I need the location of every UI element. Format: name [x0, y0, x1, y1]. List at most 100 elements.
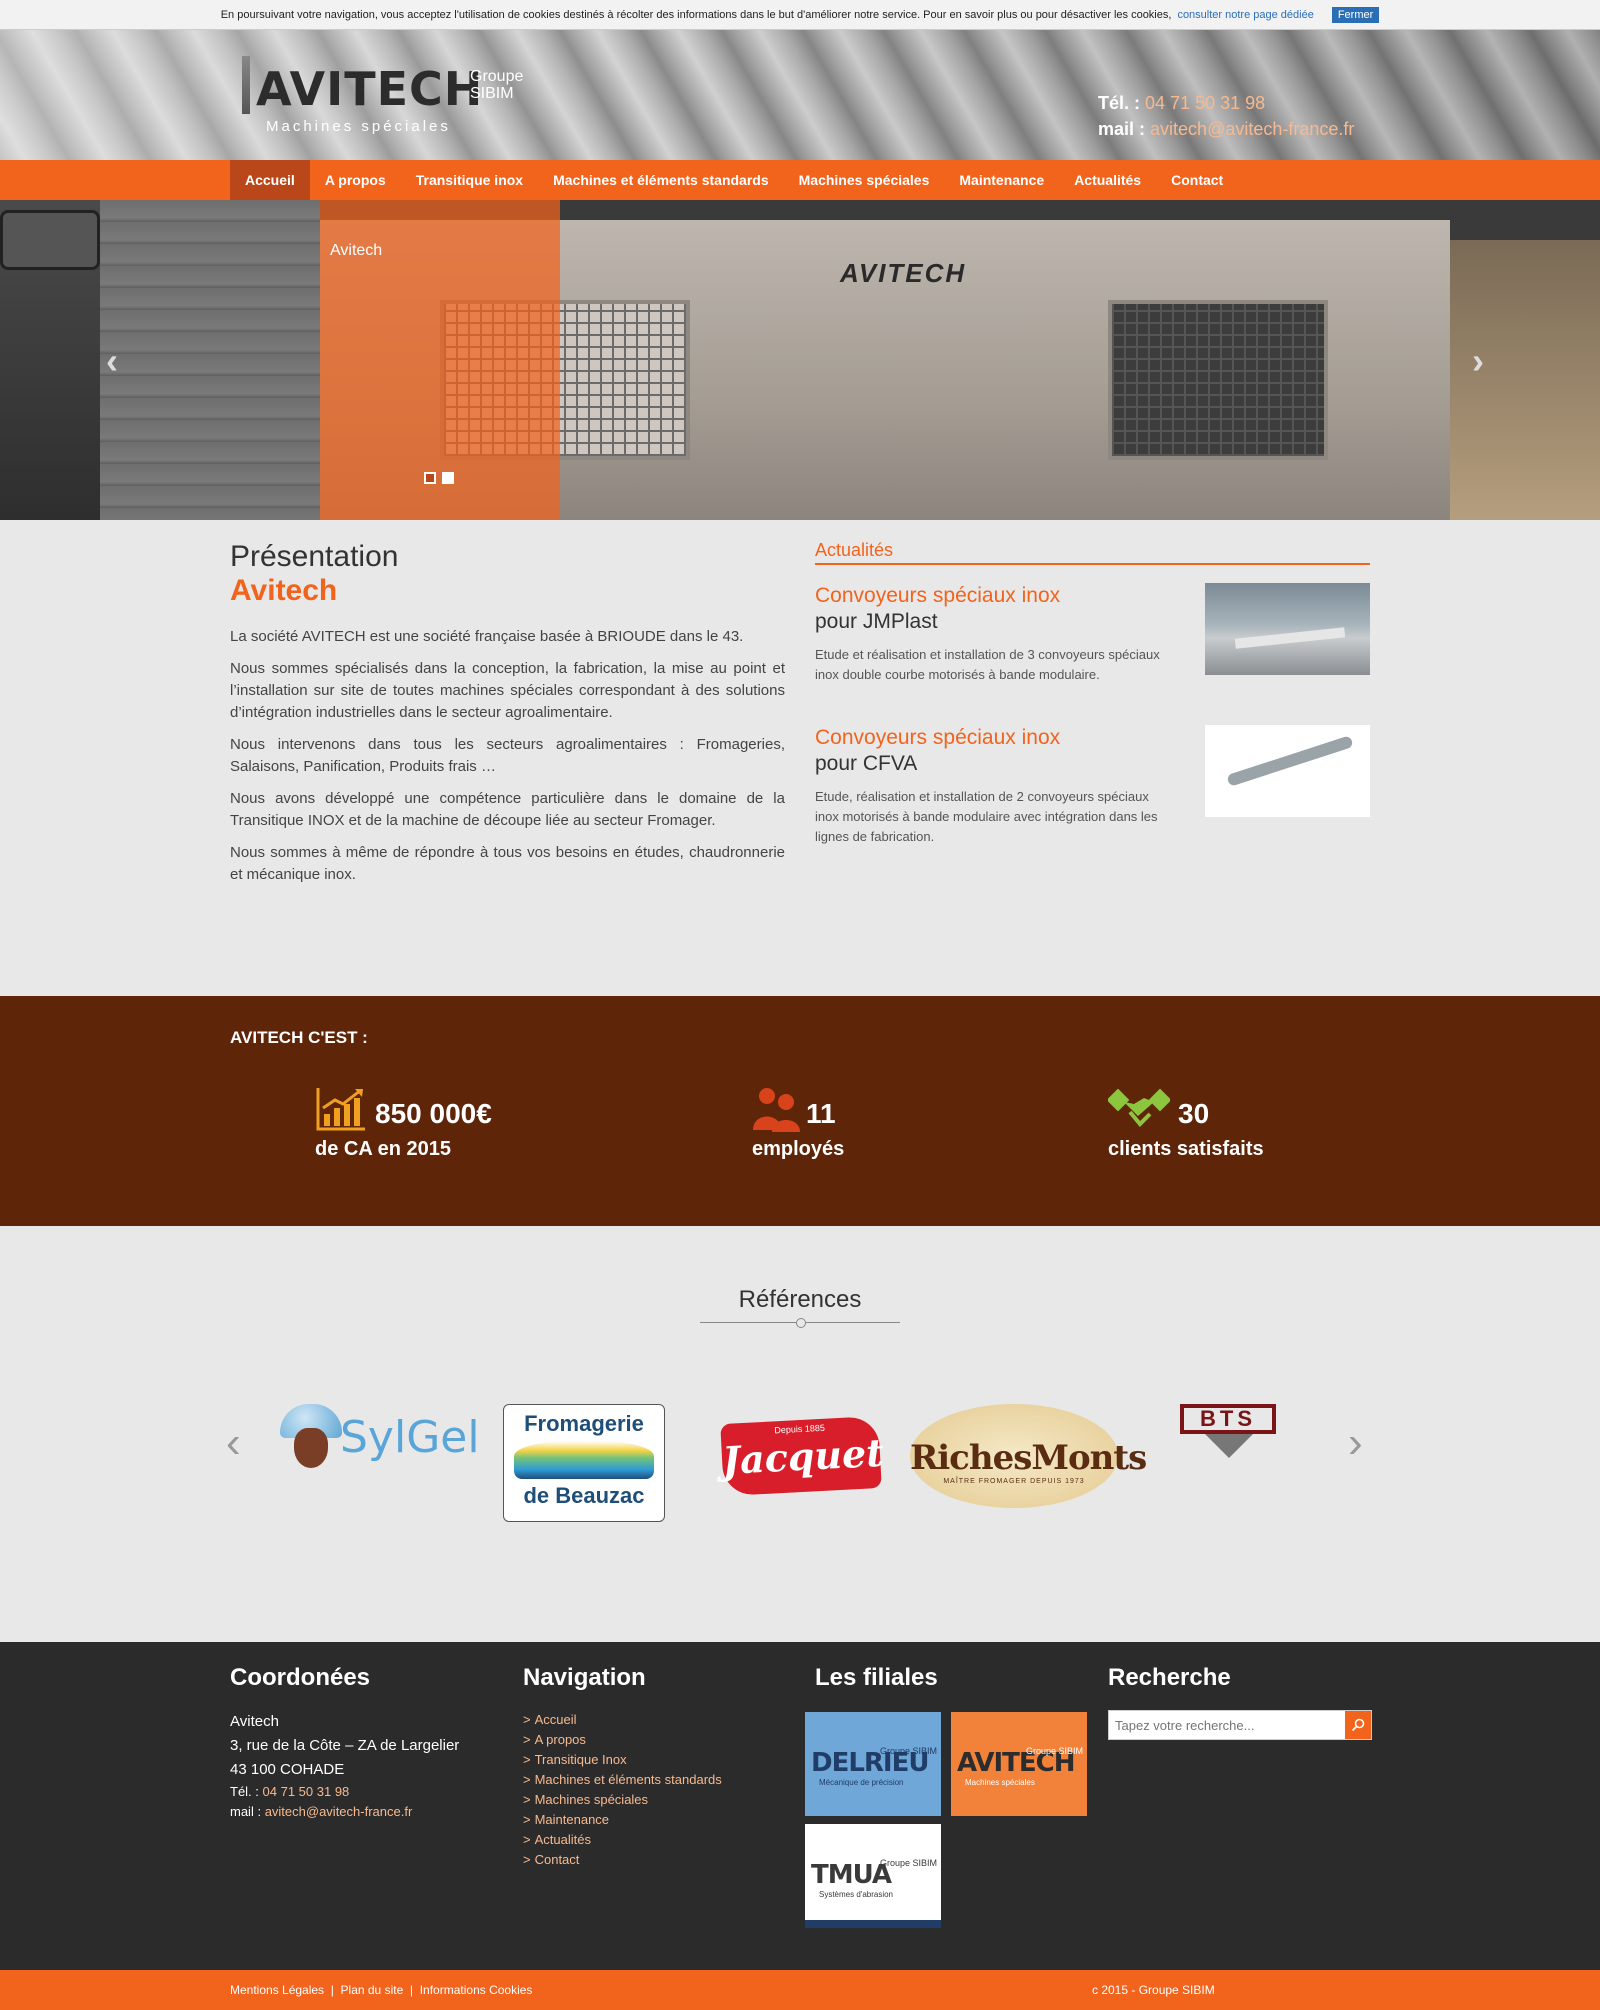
logo-text: SylGel	[340, 1412, 480, 1463]
footer-mail[interactable]: avitech@avitech-france.fr	[265, 1804, 413, 1819]
nav-item-transitique-inox[interactable]: Transitique inox	[401, 160, 538, 200]
stat-value: 850 000€	[375, 1098, 492, 1129]
filiale-sub: Systèmes d'abrasion	[819, 1890, 894, 1899]
bottom-link-mentions[interactable]: Mentions Légales	[230, 1983, 324, 1997]
presentation-paragraph: Nous sommes spécialisés dans la concepti…	[230, 660, 785, 721]
footer-tel-label: Tél. :	[230, 1784, 259, 1799]
news-item[interactable]: Convoyeurs spéciaux inox pour CFVA Etude…	[815, 725, 1370, 867]
references-title: Références	[738, 1286, 862, 1313]
footer-nav-item[interactable]: > Transitique Inox	[523, 1750, 783, 1770]
nav-item-accueil[interactable]: Accueil	[230, 160, 310, 200]
nav-item-actualites[interactable]: Actualités	[1059, 160, 1156, 200]
nav-item-contact[interactable]: Contact	[1156, 160, 1238, 200]
stat-label: clients satisfaits	[1108, 1138, 1264, 1160]
reference-logo-beauzac[interactable]: Fromagerie de Beauzac	[503, 1404, 665, 1522]
slider-door	[100, 200, 320, 520]
presentation-paragraph: Nous sommes à même de répondre à tous vo…	[230, 844, 785, 883]
nav-item-maintenance[interactable]: Maintenance	[944, 160, 1059, 200]
slider-dots	[424, 472, 454, 484]
stat-value: 30	[1178, 1098, 1210, 1129]
news-section: Actualités Convoyeurs spéciaux inox pour…	[815, 540, 1370, 867]
bottom-bar: Mentions Légales | Plan du site | Inform…	[0, 1970, 1600, 2010]
logo-text: de Beauzac	[523, 1483, 645, 1508]
search-icon	[1351, 1718, 1365, 1732]
slider-dot-1[interactable]	[424, 472, 436, 484]
reference-logo-sylgel[interactable]: SylGel	[278, 1404, 480, 1474]
slider-dot-2[interactable]	[442, 472, 454, 484]
filiale-group: Groupe SIBIM	[1025, 1746, 1083, 1756]
footer-nav-item[interactable]: > Maintenance	[523, 1810, 783, 1830]
nav-item-a-propos[interactable]: A propos	[310, 160, 401, 200]
presentation-title: Présentation	[230, 540, 399, 573]
footer-coord-title: Coordonées	[230, 1664, 371, 1691]
filiale-avitech[interactable]: AVITECH Groupe SIBIM Machines spéciales	[951, 1712, 1087, 1816]
news-item[interactable]: Convoyeurs spéciaux inox pour JMPlast Et…	[815, 583, 1370, 725]
chevron-right-icon[interactable]: ›	[1472, 340, 1484, 382]
footer-search: Recherche	[1108, 1664, 1378, 1740]
header-contact: Tél. : 04 71 50 31 98 mail : avitech@avi…	[1098, 90, 1354, 142]
reference-logo-jacquet[interactable]: Depuis 1885 Jacquet	[720, 1415, 885, 1497]
bottom-link-cookies[interactable]: Informations Cookies	[420, 1983, 533, 1997]
chevron-right-icon[interactable]: ›	[1348, 1418, 1363, 1468]
footer-filiales: Les filiales DELRIEU Groupe SIBIM Mécani…	[805, 1664, 1115, 1964]
header-tel-label: Tél. :	[1098, 93, 1141, 113]
filiale-sub: Machines spéciales	[965, 1778, 1035, 1787]
footer-mail-label: mail :	[230, 1804, 262, 1819]
bottom-link-plan[interactable]: Plan du site	[341, 1983, 404, 1997]
cookie-close-button[interactable]: Fermer	[1331, 6, 1380, 23]
footer-nav-item[interactable]: > A propos	[523, 1730, 783, 1750]
search-input[interactable]	[1109, 1711, 1345, 1739]
footer-tel[interactable]: 04 71 50 31 98	[263, 1784, 350, 1799]
reference-logo-bts[interactable]: BTS	[1180, 1404, 1278, 1470]
references-divider	[700, 1318, 900, 1328]
cookie-text: En poursuivant votre navigation, vous ac…	[220, 8, 1172, 21]
filiale-delrieu[interactable]: DELRIEU Groupe SIBIM Mécanique de précis…	[805, 1712, 941, 1816]
search-button[interactable]	[1345, 1711, 1371, 1739]
logo-text: Fromagerie	[524, 1411, 644, 1436]
nav-item-machines-speciales[interactable]: Machines spéciales	[784, 160, 945, 200]
footer-company: Avitech	[230, 1713, 279, 1730]
footer-nav-item[interactable]: > Contact	[523, 1850, 783, 1870]
stats-section: AVITECH C'EST : 850 000€ de CA en 2015 1…	[0, 996, 1600, 1226]
footer-address-1: 3, rue de la Côte – ZA de Largelier	[230, 1737, 460, 1754]
people-icon	[753, 1088, 800, 1132]
bottom-links: Mentions Légales | Plan du site | Inform…	[230, 1983, 533, 1997]
footer-nav-title: Navigation	[523, 1664, 646, 1691]
stats-heading: AVITECH C'EST :	[230, 1028, 368, 1047]
footer-nav-item[interactable]: > Machines et éléments standards	[523, 1770, 783, 1790]
logo-tagline: MAÎTRE FROMAGER DEPUIS 1973	[943, 1478, 1085, 1485]
cookie-bar: En poursuivant votre navigation, vous ac…	[0, 0, 1600, 30]
search-box	[1108, 1710, 1372, 1740]
nav-item-machines-standards[interactable]: Machines et éléments standards	[538, 160, 784, 200]
copyright: c 2015 - Groupe SIBIM	[1092, 1983, 1215, 1997]
footer-search-title: Recherche	[1108, 1664, 1231, 1691]
filiale-tmua[interactable]: TMUA Groupe SIBIM Systèmes d'abrasion	[805, 1824, 941, 1928]
reference-logo-richesmonts[interactable]: RichesMonts MAÎTRE FROMAGER DEPUIS 1973	[910, 1404, 1147, 1508]
stat-label: de CA en 2015	[315, 1138, 451, 1160]
presentation-paragraph: Nous intervenons dans tous les secteurs …	[230, 736, 785, 775]
site-logo[interactable]: AVITECH Groupe SIBIM Machines spéciales	[242, 44, 532, 136]
presentation-section: Présentation Avitech La société AVITECH …	[230, 540, 785, 896]
chevron-left-icon[interactable]: ‹	[106, 340, 118, 382]
footer-nav-item[interactable]: > Accueil	[523, 1710, 783, 1730]
header-mail[interactable]: avitech@avitech-france.fr	[1150, 119, 1354, 139]
chart-growth-icon	[316, 1088, 365, 1131]
logo-tagline: Machines spéciales	[266, 118, 451, 135]
stat-label: employés	[752, 1138, 845, 1160]
cookie-link[interactable]: consulter notre page dédiée	[1177, 9, 1313, 21]
news-description: Etude, réalisation et installation de 2 …	[815, 789, 1158, 844]
logo-group: Groupe SIBIM	[470, 68, 524, 102]
main-nav: Accueil A propos Transitique inox Machin…	[0, 160, 1600, 200]
footer-nav-item[interactable]: > Actualités	[523, 1830, 783, 1850]
logo-text: RichesMonts	[910, 1438, 1147, 1478]
news-description: Etude et réalisation et installation de …	[815, 647, 1160, 682]
header-mail-label: mail :	[1098, 119, 1146, 139]
footer-navigation: Navigation > Accueil > A propos > Transitiq…	[523, 1664, 783, 1870]
footer-nav-item[interactable]: > Machines spéciales	[523, 1790, 783, 1810]
chevron-left-icon[interactable]: ‹	[226, 1418, 241, 1468]
news-thumbnail[interactable]	[1205, 725, 1370, 817]
stat-value: 11	[806, 1098, 836, 1129]
news-thumbnail[interactable]	[1205, 583, 1370, 675]
header-tel[interactable]: 04 71 50 31 98	[1145, 93, 1265, 113]
slider-machine-grid-right	[1108, 300, 1328, 460]
